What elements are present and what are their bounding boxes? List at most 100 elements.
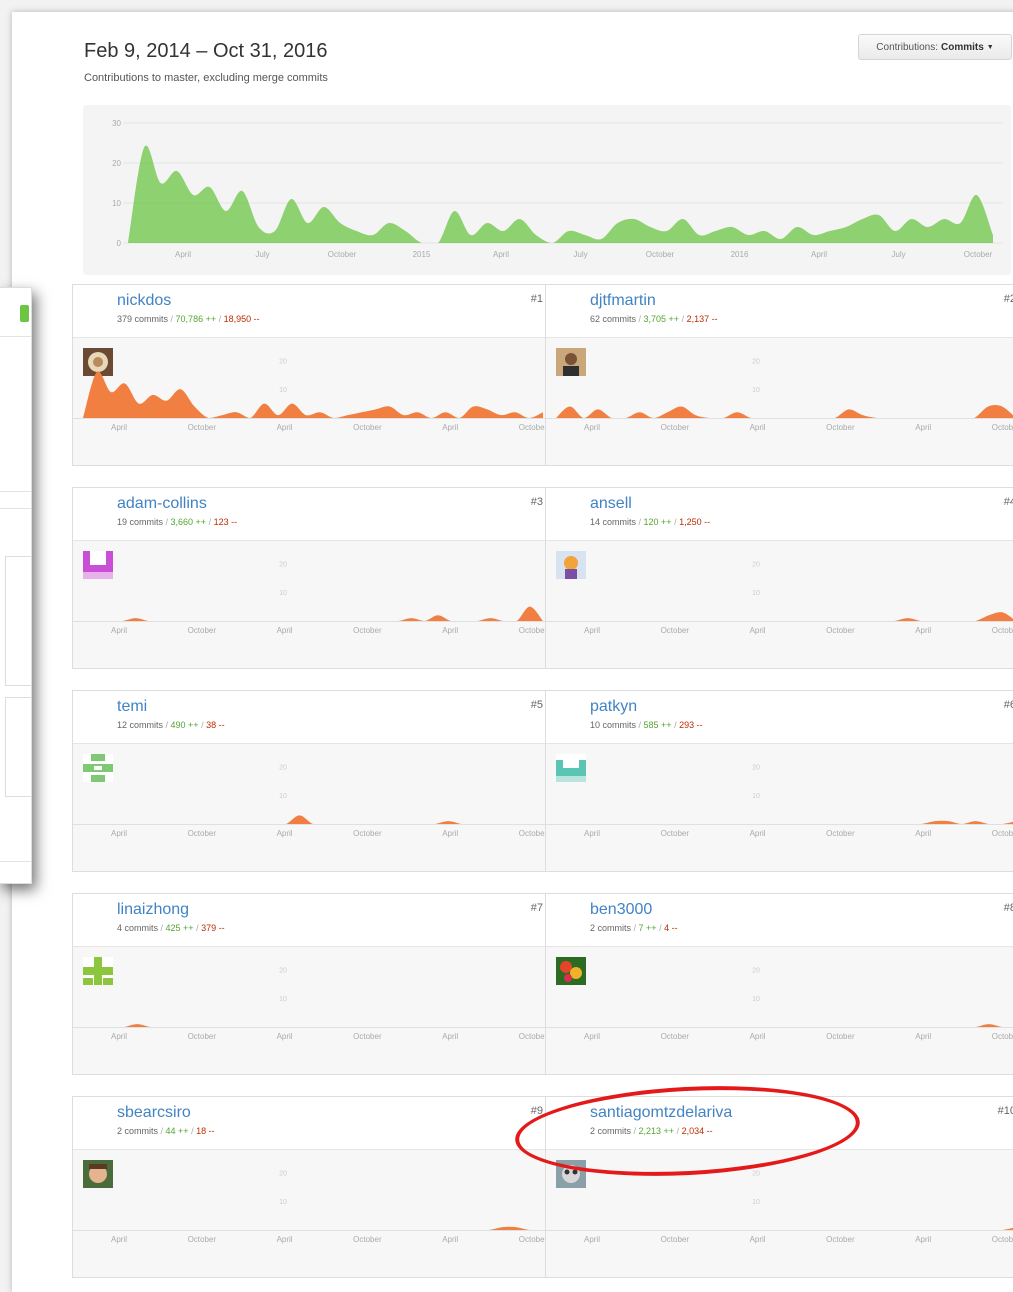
- y-tick-label: 0: [117, 239, 122, 248]
- caret-down-icon: ▼: [986, 43, 994, 51]
- contributor-area: [83, 1024, 543, 1027]
- contributor-area: [83, 606, 543, 621]
- username-link[interactable]: ben3000: [590, 901, 652, 919]
- rank-label: #3: [530, 496, 543, 508]
- avatar[interactable]: [83, 701, 113, 782]
- x-tick-label: April: [175, 250, 191, 259]
- y-tick-label: 10: [752, 793, 760, 800]
- username-link[interactable]: temi: [117, 698, 147, 716]
- x-tick-label: October: [353, 423, 382, 432]
- x-tick-label: October: [661, 829, 690, 838]
- x-tick-label: April: [915, 626, 931, 635]
- x-tick-label: October: [353, 626, 382, 635]
- contributions-dropdown[interactable]: Contributions: Commits ▼: [858, 34, 1012, 60]
- divider: [0, 491, 31, 492]
- username-link[interactable]: djtfmartin: [590, 292, 656, 310]
- x-tick-label: April: [915, 1235, 931, 1244]
- contributions-area: [128, 145, 993, 243]
- rank-label: #5: [530, 699, 543, 711]
- username-link[interactable]: nickdos: [117, 292, 171, 310]
- additions-count: 70,786 ++: [175, 314, 217, 324]
- x-tick-label: April: [442, 1235, 458, 1244]
- commit-count-link[interactable]: 12 commits: [117, 720, 163, 730]
- y-tick-label: 20: [279, 561, 287, 568]
- x-tick-label: April: [442, 626, 458, 635]
- avatar[interactable]: [83, 295, 113, 376]
- commit-count-link[interactable]: 2 commits: [117, 1126, 158, 1136]
- contributor-header: sbearcsiro 2 commits / 44 ++ / 18 -- #9: [73, 1097, 553, 1188]
- y-tick-label: 20: [112, 159, 121, 168]
- x-tick-label: October: [519, 1032, 548, 1041]
- avatar[interactable]: [83, 498, 113, 579]
- commit-count-link[interactable]: 4 commits: [117, 923, 158, 933]
- y-tick-label: 10: [279, 387, 287, 394]
- contributor-chart[interactable]: 10 20 April October April October April October: [546, 947, 1013, 1074]
- x-tick-label: April: [750, 423, 766, 432]
- x-tick-label: October: [992, 1032, 1013, 1041]
- date-range-title: Feb 9, 2014 – Oct 31, 2016: [84, 40, 328, 62]
- contributor-chart[interactable]: 10 20 April October April October April October: [73, 541, 553, 668]
- additions-count: 3,660 ++: [170, 517, 207, 527]
- additions-count: 120 ++: [643, 517, 672, 527]
- x-tick-label: April: [277, 1235, 293, 1244]
- x-tick-label: October: [519, 1235, 548, 1244]
- contributor-chart[interactable]: 10 20 April October April October April October: [73, 744, 553, 871]
- y-tick-label: 30: [112, 119, 121, 128]
- contribution-stats: 4 commits / 425 ++ / 379 --: [117, 923, 225, 933]
- x-tick-label: April: [915, 1032, 931, 1041]
- username-link[interactable]: sbearcsiro: [117, 1104, 191, 1122]
- x-tick-label: July: [891, 250, 905, 259]
- x-tick-label: October: [188, 423, 217, 432]
- contributor-card: ansell 14 commits / 120 ++ / 1,250 -- #4…: [545, 487, 1013, 669]
- contributor-card: nickdos 379 commits / 70,786 ++ / 18,950…: [72, 284, 554, 466]
- x-tick-label: April: [750, 626, 766, 635]
- contributions-label: Contributions:: [876, 41, 938, 53]
- contributor-area: [83, 371, 543, 418]
- contributor-chart[interactable]: 10 20 April October April October April October: [73, 1150, 553, 1277]
- divider: [0, 336, 31, 337]
- x-tick-label: April: [442, 829, 458, 838]
- contribution-stats: 10 commits / 585 ++ / 293 --: [590, 720, 703, 730]
- main-contributions-chart[interactable]: 0 10 20 30 April July October 2015 April July Octo…: [83, 105, 1011, 275]
- deletions-count: 4 --: [664, 923, 678, 933]
- commit-count-link[interactable]: 14 commits: [590, 517, 636, 527]
- x-tick-label: October: [661, 1235, 690, 1244]
- contributor-header: adam-collins 19 commits / 3,660 ++ / 123…: [73, 488, 553, 579]
- x-tick-label: April: [584, 1032, 600, 1041]
- contributor-chart[interactable]: 10 20 April October April October April October: [546, 541, 1013, 668]
- contributor-chart[interactable]: 10 20 April October April October April October: [546, 744, 1013, 871]
- x-tick-label: April: [442, 423, 458, 432]
- additions-count: 7 ++: [638, 923, 657, 933]
- commit-count-link[interactable]: 2 commits: [590, 923, 631, 933]
- rank-label: #4: [1003, 496, 1013, 508]
- x-tick-label: October: [826, 626, 855, 635]
- contributor-chart[interactable]: 10 20 April October April October April October: [73, 947, 553, 1074]
- avatar[interactable]: [556, 904, 586, 985]
- avatar[interactable]: [83, 1107, 113, 1188]
- x-tick-label: April: [111, 829, 127, 838]
- username-link[interactable]: ansell: [590, 495, 632, 513]
- commit-count-link[interactable]: 62 commits: [590, 314, 636, 324]
- avatar[interactable]: [556, 295, 586, 376]
- username-link[interactable]: patkyn: [590, 698, 637, 716]
- green-button-edge[interactable]: [20, 305, 29, 322]
- commit-count-link[interactable]: 19 commits: [117, 517, 163, 527]
- y-tick-label: 20: [279, 764, 287, 771]
- contributor-chart[interactable]: 10 20 April October April October April October: [546, 338, 1013, 465]
- avatar[interactable]: [556, 498, 586, 579]
- deletions-count: 123 --: [213, 517, 238, 527]
- username-link[interactable]: adam-collins: [117, 495, 207, 513]
- x-tick-label: October: [353, 1235, 382, 1244]
- deletions-count: 18,950 --: [223, 314, 260, 324]
- x-tick-label: October: [188, 1032, 217, 1041]
- username-link[interactable]: linaizhong: [117, 901, 189, 919]
- additions-count: 425 ++: [165, 923, 194, 933]
- avatar[interactable]: [556, 701, 586, 782]
- y-tick-label: 20: [752, 561, 760, 568]
- commit-count-link[interactable]: 379 commits: [117, 314, 168, 324]
- x-tick-label: October: [992, 829, 1013, 838]
- commit-count-link[interactable]: 10 commits: [590, 720, 636, 730]
- avatar[interactable]: [83, 904, 113, 985]
- x-tick-label: April: [915, 423, 931, 432]
- contributor-chart[interactable]: 10 20 April October April October April October: [73, 338, 553, 465]
